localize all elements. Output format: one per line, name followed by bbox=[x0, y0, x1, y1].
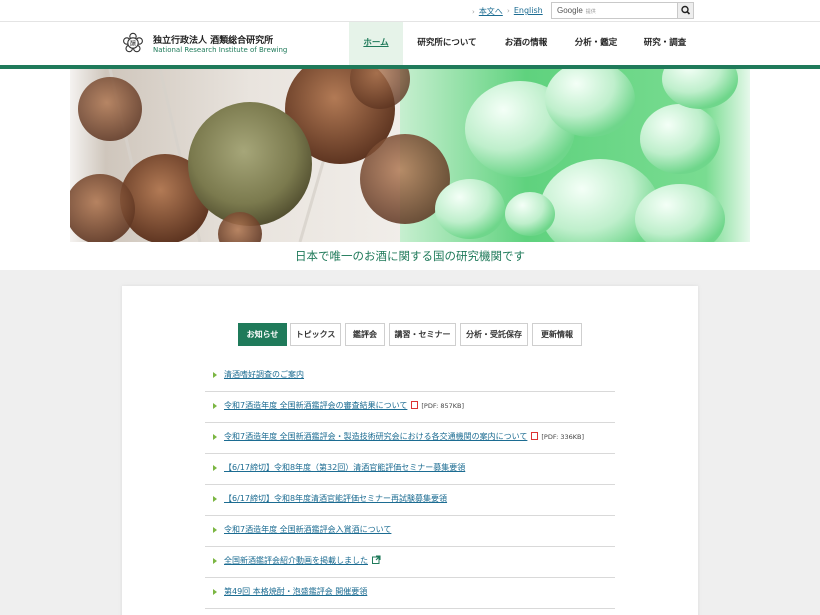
news-link[interactable]: 令和7酒造年度 全国新酒鑑評会・製造技術研究会における各交通機関の案内について [… bbox=[224, 431, 584, 442]
bullet-arrow-icon bbox=[213, 558, 217, 564]
list-item: 第49回 本格焼酎・泡盛鑑評会 開催要領 bbox=[205, 578, 615, 609]
tab-notices[interactable]: お知らせ bbox=[238, 323, 287, 346]
news-title: 全国新酒鑑評会紹介動画を掲載しました bbox=[224, 556, 368, 565]
nav-analysis[interactable]: 分析・鑑定 bbox=[568, 22, 624, 65]
news-title: 令和7酒造年度 全国新酒鑑評会・製造技術研究会における各交通機関の案内について bbox=[224, 432, 528, 441]
list-item: 清酒嗜好調査のご案内 bbox=[205, 361, 615, 392]
bullet-arrow-icon bbox=[213, 589, 217, 595]
tab-topics[interactable]: トピックス bbox=[290, 323, 341, 346]
tab-analysis-storage[interactable]: 分析・受託保存 bbox=[460, 323, 528, 346]
english-label: English bbox=[513, 6, 543, 15]
skip-to-content-label: 本文へ bbox=[478, 7, 503, 16]
news-link[interactable]: 令和7酒造年度 全国新酒鑑評会の審査結果について [PDF: 857KB] bbox=[224, 400, 464, 411]
news-link[interactable]: 【6/17締切】令和8年度（第32回）清酒官能評価セミナー募集要領 bbox=[224, 462, 465, 473]
list-item: 【6/17締切】令和8年度清酒官能評価セミナー再試験募集要領 bbox=[205, 485, 615, 516]
news-title: 【6/17締切】令和8年度清酒官能評価セミナー再試験募集要領 bbox=[224, 494, 448, 503]
bullet-arrow-icon bbox=[213, 403, 217, 409]
pdf-icon bbox=[531, 432, 539, 440]
external-link-icon bbox=[372, 555, 381, 564]
search-input[interactable] bbox=[552, 3, 678, 18]
nav-sake-info[interactable]: お酒の情報 bbox=[497, 22, 555, 65]
list-item: 【6/17締切】令和8年度（第32回）清酒官能評価セミナー募集要領 bbox=[205, 454, 615, 485]
english-link[interactable]: › English bbox=[507, 6, 543, 15]
tab-seminars[interactable]: 講習・セミナー bbox=[389, 323, 456, 346]
bullet-arrow-icon bbox=[213, 527, 217, 533]
bullet-arrow-icon bbox=[213, 372, 217, 378]
news-link[interactable]: 【6/17締切】令和8年度清酒官能評価セミナー再試験募集要領 bbox=[224, 493, 447, 504]
bullet-arrow-icon bbox=[213, 465, 217, 471]
news-title: 清酒嗜好調査のご案内 bbox=[224, 370, 304, 379]
news-title: 第49回 本格焼酎・泡盛鑑評会 開催要領 bbox=[224, 587, 368, 596]
news-link[interactable]: 第49回 本格焼酎・泡盛鑑評会 開催要領 bbox=[224, 586, 367, 597]
search-icon bbox=[681, 5, 691, 15]
bullet-arrow-icon bbox=[213, 496, 217, 502]
org-name-en[interactable]: National Research Institute of Brewing bbox=[153, 46, 287, 54]
bullet-arrow-icon bbox=[213, 434, 217, 440]
list-item: 令和7酒造年度 全国新酒鑑評会・製造技術研究会における各交通機関の案内について [… bbox=[205, 423, 615, 454]
tab-competitions[interactable]: 鑑評会 bbox=[345, 323, 385, 346]
utility-bar: › 本文へ › English Google 提供 bbox=[0, 0, 820, 22]
search-button[interactable] bbox=[677, 3, 693, 18]
news-link[interactable]: 清酒嗜好調査のご案内 bbox=[224, 369, 304, 380]
org-name-ja[interactable]: 独立行政法人 酒類総合研究所 bbox=[153, 33, 273, 46]
chevron-right-icon: › bbox=[472, 8, 475, 16]
hero-image bbox=[0, 69, 820, 242]
institute-logo-icon[interactable]: 醸 bbox=[122, 32, 144, 54]
skip-to-content-link[interactable]: › 本文へ bbox=[472, 6, 503, 17]
nav-about[interactable]: 研究所について bbox=[411, 22, 483, 65]
nav-research[interactable]: 研究・調査 bbox=[637, 22, 693, 65]
chevron-right-icon: › bbox=[507, 7, 510, 15]
list-item: 令和7酒造年度 全国新酒鑑評会の審査結果について [PDF: 857KB] bbox=[205, 392, 615, 423]
pdf-icon bbox=[411, 401, 419, 409]
news-title: 令和7酒造年度 全国新酒鑑評会の審査結果について bbox=[224, 401, 408, 410]
file-size: [PDF: 857KB] bbox=[421, 402, 465, 410]
svg-text:醸: 醸 bbox=[130, 40, 136, 48]
nav-home[interactable]: ホーム bbox=[349, 22, 403, 65]
news-title: 【6/17締切】令和8年度（第32回）清酒官能評価セミナー募集要領 bbox=[224, 463, 466, 472]
news-link[interactable]: 令和7酒造年度 全国新酒鑑評会入賞酒について bbox=[224, 524, 391, 535]
tab-updates[interactable]: 更新情報 bbox=[532, 323, 582, 346]
search-box: Google 提供 bbox=[551, 2, 694, 19]
tagline: 日本で唯一のお酒に関する国の研究機関です bbox=[295, 249, 525, 263]
news-link[interactable]: 全国新酒鑑評会紹介動画を掲載しました bbox=[224, 555, 381, 566]
news-title: 令和7酒造年度 全国新酒鑑評会入賞酒について bbox=[224, 525, 392, 534]
list-item: 令和7酒造年度 全国新酒鑑評会入賞酒について bbox=[205, 516, 615, 547]
file-size: [PDF: 336KB] bbox=[541, 433, 585, 441]
list-item: 全国新酒鑑評会紹介動画を掲載しました bbox=[205, 547, 615, 578]
